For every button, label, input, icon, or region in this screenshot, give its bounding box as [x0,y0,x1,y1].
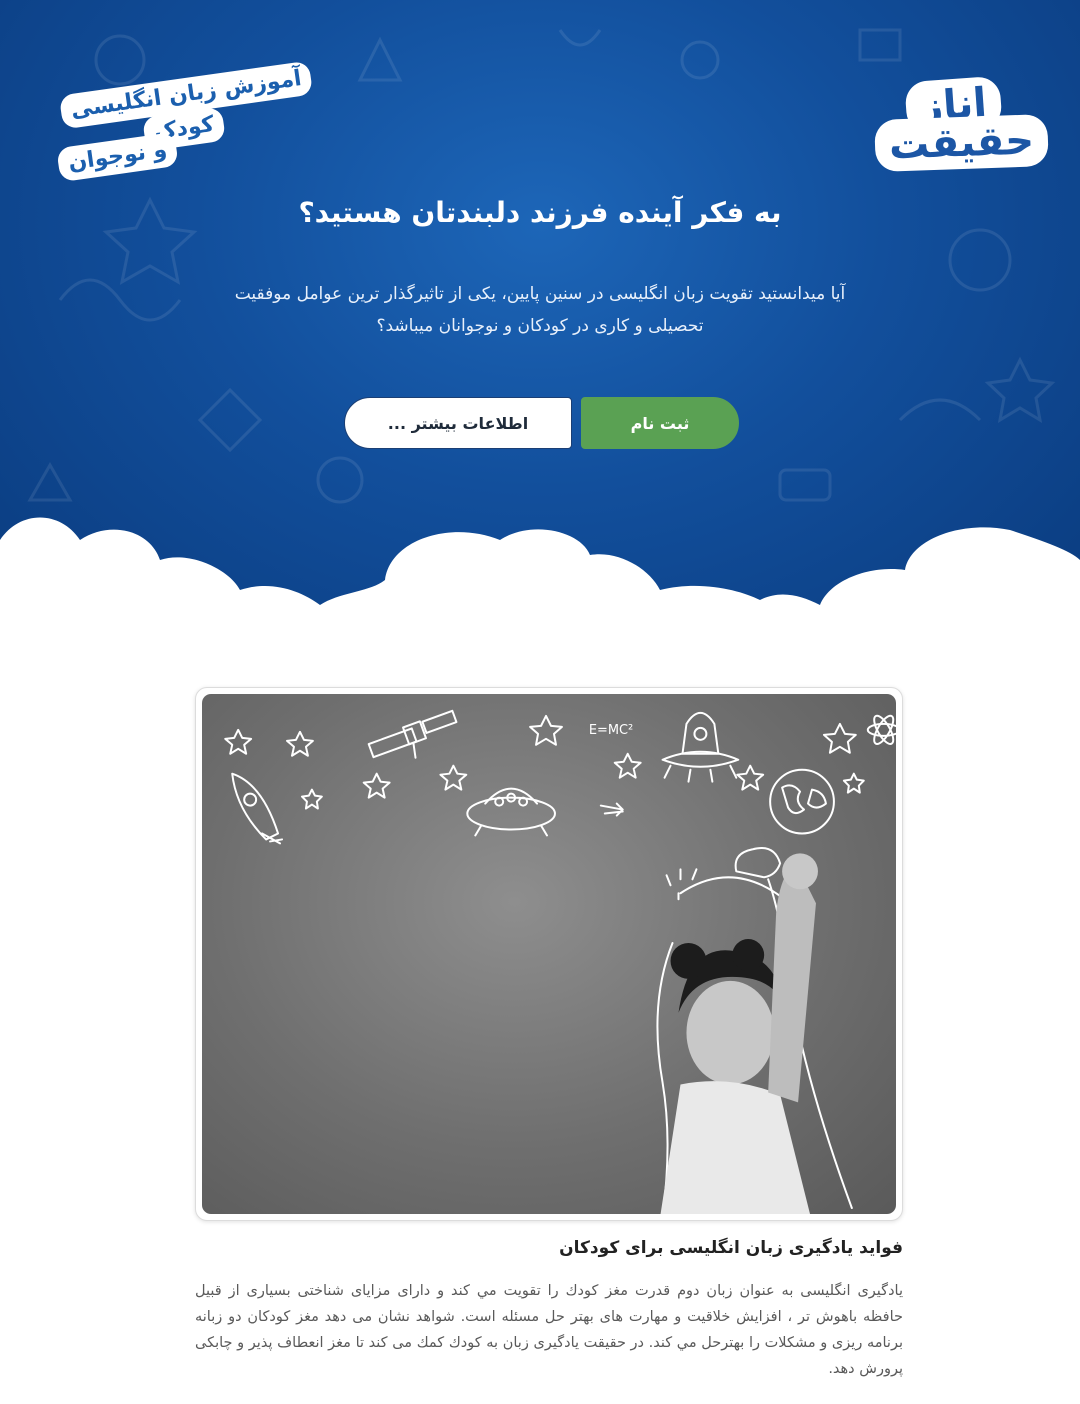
hero-title: به فکر آینده فرزند دلبندتان هستید؟ [298,196,782,229]
star-icon [736,764,765,791]
brand-logo[interactable]: اناز حقیقت [878,74,1046,174]
register-button[interactable]: ثبت نام [581,397,739,449]
star-icon [300,788,323,810]
article-title: فواید یادگیری زبان انگلیسی برای کودکان [559,1238,903,1258]
cloud-divider [0,517,1080,640]
star-icon [439,764,468,791]
shooting-star-icon [599,802,624,817]
chalk-doodles: E=MC² [224,709,896,1214]
planet-icon [769,768,835,835]
hero-description: آیا میدانستید تقویت زبان انگلیسی در سنین… [234,284,846,336]
star-icon [822,722,857,754]
spaceship-icon [661,711,740,783]
star-icon [362,772,391,799]
star-icon [842,772,865,794]
brand-logo-line2: حقیقت [878,117,1046,169]
tagline-line3: و نوجوان [56,131,180,183]
star-icon [286,730,314,757]
photo-frame: E=MC² [195,687,903,1221]
star-icon [613,752,642,779]
child-chalkboard-photo: E=MC² [202,694,896,1214]
formula-text: E=MC² [589,723,633,738]
star-icon [224,728,253,755]
ufo-icon [466,787,556,837]
hero-section: اناز حقیقت آموزش زبان انگلیسی کودک و نوج… [0,0,1080,640]
more-info-button[interactable]: اطلاعات بیشتر ... [344,397,572,449]
rocket-icon [231,772,284,845]
tagline-logo: آموزش زبان انگلیسی کودک و نوجوان [56,60,318,183]
atom-icon [866,714,896,745]
star-icon [529,714,563,746]
child-figure [660,853,818,1214]
article-body: یادگیری انگلیسی به عنوان زبان دوم قدرت م… [195,1283,903,1377]
satellite-icon [367,709,458,759]
